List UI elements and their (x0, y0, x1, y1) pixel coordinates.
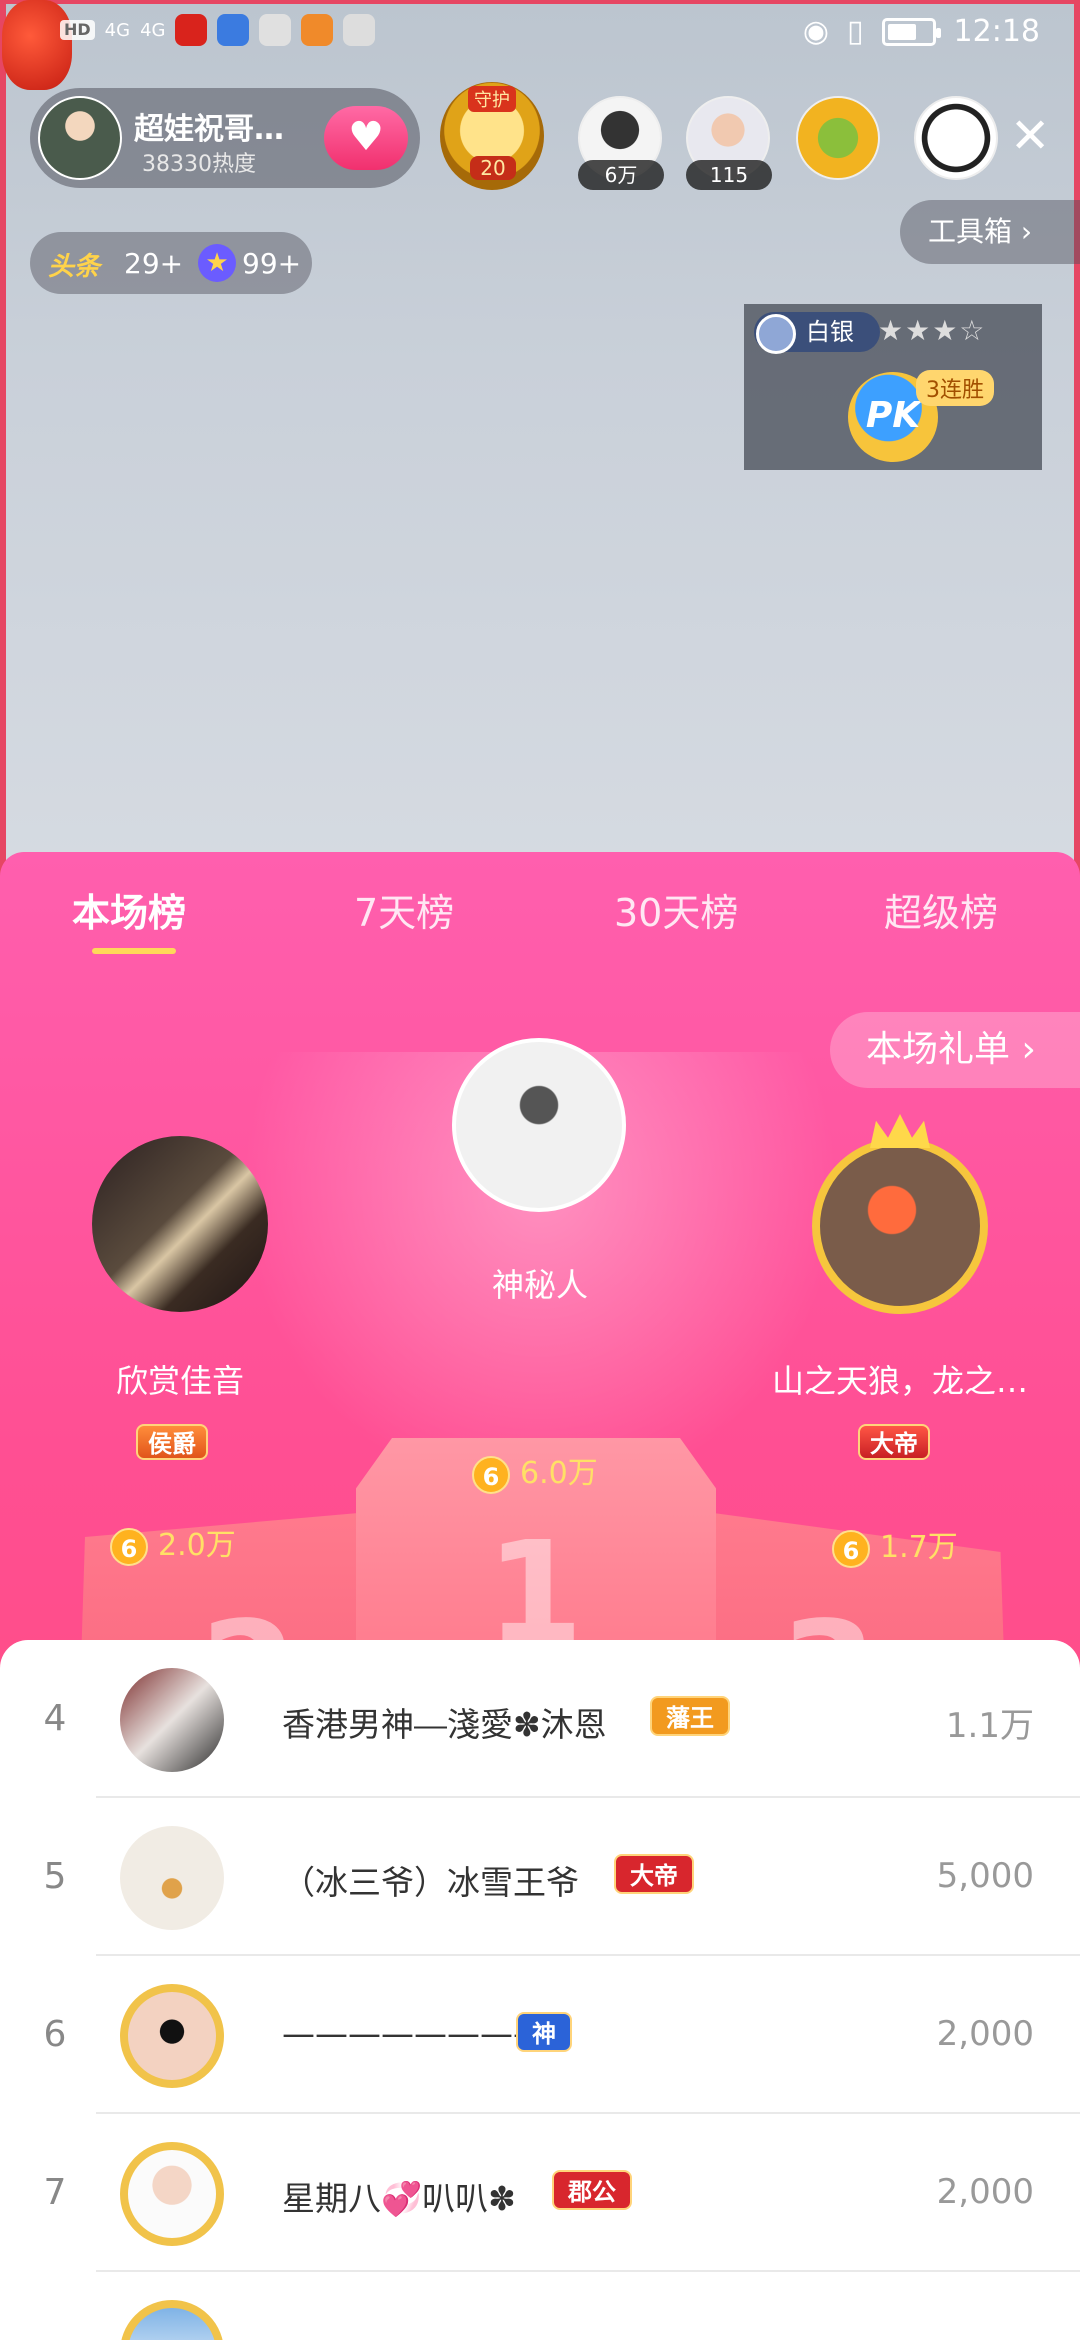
list-item-avatar[interactable] (120, 1826, 224, 1930)
first-place-name: 神秘人 (491, 1266, 588, 1304)
first-place-amount-value: 6.0万 (520, 1456, 598, 1491)
list-item-score: 5,000 (936, 1856, 1034, 1896)
follow-heart-button[interactable]: ♥ (324, 106, 408, 170)
coin-icon: 6 (472, 1455, 510, 1494)
third-place-amount: 6 1.7万 (832, 1522, 958, 1568)
viewer-tag-2: 115 (686, 160, 772, 190)
host-name: 超娃祝哥… (134, 112, 284, 147)
list-item-rank: 5 (43, 1856, 67, 1897)
huawei-app-icon (343, 14, 376, 46)
list-item[interactable]: 6 ————————' 神 2,000 (0, 1956, 1080, 2114)
third-place-amount-value: 1.7万 (880, 1530, 958, 1565)
guard-count: 20 (470, 156, 516, 180)
first-place-amount: 6 6.0万 (472, 1448, 598, 1494)
eye-icon: ◉ (802, 14, 830, 49)
viewer-avatar-4[interactable] (914, 96, 998, 180)
list-item-name: ————————' (282, 2014, 556, 2053)
status-bar: HD 4G 4G ◉ ▯ 12:18 (0, 0, 1080, 70)
coin-icon: 6 (110, 1527, 148, 1566)
video-app-icon (175, 14, 208, 46)
vibrate-icon: ▯ (847, 14, 864, 49)
stats-pill[interactable]: 头条 29+ ★ 99+ (30, 232, 312, 294)
third-place-badge: 大帝 (858, 1424, 930, 1460)
list-item-name: 香港男神⎯⎯淺愛✽沐恩 (282, 1705, 607, 1744)
list-item-rank: 4 (43, 1698, 67, 1739)
pk-stars: ★★★☆ (878, 314, 987, 347)
viewer-avatar-3[interactable] (796, 96, 880, 180)
list-item-partial[interactable] (0, 2272, 1080, 2340)
status-right: ◉ ▯ 12:18 (803, 14, 1040, 49)
ranking-tabs: 本场榜 7天榜 30天榜 超级榜 (0, 882, 1080, 952)
host-avatar[interactable] (38, 96, 122, 180)
tab-7-days[interactable]: 7天榜 (354, 882, 454, 937)
list-item-avatar[interactable] (120, 2142, 224, 2246)
rank-emblem-icon (756, 314, 796, 354)
toutiao-count: 29+ (124, 247, 184, 280)
list-item-score: 2,000 (936, 2014, 1034, 2054)
second-place-name: 欣赏佳音 (115, 1362, 244, 1400)
list-item-badge: 大帝 (614, 1854, 694, 1894)
third-place-avatar[interactable] (812, 1138, 988, 1314)
active-tab-underline (92, 948, 176, 954)
status-left: HD 4G 4G (60, 14, 376, 46)
close-icon[interactable]: ✕ (1010, 112, 1050, 160)
third-place-name: 山之天狼，龙之… (771, 1362, 1028, 1400)
first-place-avatar[interactable] (452, 1038, 626, 1212)
list-item-name: 星期八💞叭叭✽ (282, 2179, 516, 2218)
toutiao-label: 头条 (48, 252, 101, 282)
list-item-name: （冰三爷）冰雪王爷 (282, 1863, 579, 1902)
guard-tag: 守护 (468, 86, 516, 112)
second-place-amount-value: 2.0万 (158, 1528, 236, 1563)
second-place-amount: 6 2.0万 (110, 1520, 236, 1566)
list-item-score: 2,000 (936, 2172, 1034, 2212)
battery-icon (881, 17, 941, 46)
signal-icon-2: 4G (140, 19, 166, 41)
pk-panel[interactable]: 白银 ★★★☆ PK 3连胜 (744, 304, 1042, 470)
host-heat: 38330热度 (142, 152, 256, 177)
pk-streak: 3连胜 (916, 370, 994, 406)
tab-this-session[interactable]: 本场榜 (72, 882, 186, 937)
list-item-avatar[interactable] (120, 2300, 224, 2340)
list-item-avatar[interactable] (120, 1668, 224, 1772)
toolbox-button[interactable]: 工具箱 › (900, 200, 1080, 264)
list-item[interactable]: 4 香港男神⎯⎯淺愛✽沐恩 藩王 1.1万 (0, 1640, 1080, 1798)
star-icon: ★ (198, 244, 236, 282)
host-info[interactable]: 超娃祝哥… 38330热度 ♥ (30, 88, 420, 188)
list-item-score: 1.1万 (945, 1706, 1034, 1746)
second-place-avatar[interactable] (92, 1136, 268, 1312)
list-item-badge: 藩王 (650, 1696, 730, 1736)
star-count: 99+ (242, 247, 302, 280)
coin-icon: 6 (832, 1529, 870, 1568)
browser-app-icon (217, 14, 250, 46)
list-item[interactable]: 5 （冰三爷）冰雪王爷 大帝 5,000 (0, 1798, 1080, 1956)
list-item-badge: 神 (516, 2012, 572, 2052)
list-item-badge: 郡公 (552, 2170, 632, 2210)
signal-icon: 4G (104, 19, 131, 41)
list-item[interactable]: 7 星期八💞叭叭✽ 郡公 2,000 (0, 2114, 1080, 2272)
hand-app-icon (259, 14, 292, 46)
hd-badge: HD (60, 20, 95, 40)
crown-icon (870, 1114, 930, 1148)
gift-list-button[interactable]: 本场礼单 › (830, 1012, 1080, 1088)
list-item-rank: 7 (43, 2172, 67, 2213)
tab-super[interactable]: 超级榜 (884, 882, 998, 937)
clock: 12:18 (953, 14, 1040, 49)
list-item-rank: 6 (43, 2014, 67, 2055)
viewer-tag-1: 6万 (578, 160, 664, 190)
list-item-avatar[interactable] (120, 1984, 224, 2088)
tab-30-days[interactable]: 30天榜 (614, 882, 738, 937)
second-place-badge: 侯爵 (136, 1424, 208, 1460)
ranking-list: 4 香港男神⎯⎯淺愛✽沐恩 藩王 1.1万 5 （冰三爷）冰雪王爷 大帝 5,0… (0, 1640, 1080, 2340)
play-app-icon (301, 14, 334, 46)
